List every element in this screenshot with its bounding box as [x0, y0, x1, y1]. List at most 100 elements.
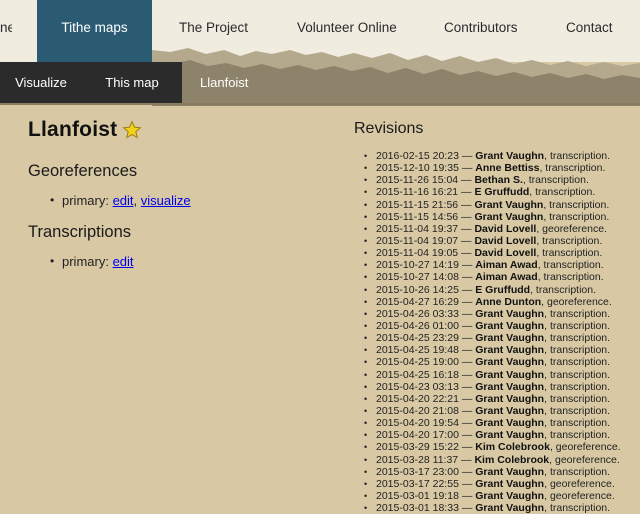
revision-user: David Lovell [474, 247, 537, 260]
revision-item: 2015-11-26 15:04 — Bethan S., transcript… [354, 174, 621, 186]
revision-time: 2015-03-01 18:33 [376, 502, 459, 514]
revision-type: transcription. [549, 368, 611, 381]
revision-user: Bethan S. [474, 174, 523, 187]
revision-type: transcription. [542, 234, 603, 247]
revision-type: transcription. [549, 150, 611, 162]
georeferences-section: Georeferences primary: edit, visualize [28, 162, 191, 208]
revision-user: Grant Vaughn [475, 356, 545, 369]
revision-time: 2015-12-10 19:35 [376, 162, 459, 175]
revision-item: 2015-10-27 14:19 — Aiman Awad, transcrip… [354, 259, 621, 271]
revision-item: 2016-02-15 20:23 — Grant Vaughn, transcr… [354, 150, 621, 162]
revision-item: 2015-04-23 03:13 — Grant Vaughn, transcr… [354, 381, 621, 393]
revision-item: 2015-04-20 21:08 — Grant Vaughn, transcr… [354, 405, 621, 417]
revision-type: transcription. [543, 259, 604, 272]
revisions-list: 2016-02-15 20:23 — Grant Vaughn, transcr… [354, 150, 621, 514]
revision-user: Anne Bettiss [475, 162, 540, 175]
revision-type: transcription. [549, 356, 611, 369]
revision-time: 2015-11-04 19:05 [376, 247, 459, 260]
revision-time: 2015-04-26 01:00 [376, 319, 459, 332]
revision-item: 2015-11-15 21:56 — Grant Vaughn, transcr… [354, 199, 621, 211]
georeference-primary-label: primary: [62, 193, 109, 208]
revision-item: 2015-10-26 14:25 — E Gruffudd, transcrip… [354, 284, 621, 296]
revision-type: transcription. [543, 271, 604, 284]
transcription-edit-link[interactable]: edit [113, 254, 134, 269]
revision-user: Grant Vaughn [475, 417, 545, 430]
revision-item: 2015-04-20 22:21 — Grant Vaughn, transcr… [354, 393, 621, 405]
revision-time: 2015-11-16 16:21 [376, 186, 459, 199]
revision-user: E Gruffudd [475, 283, 531, 296]
subnav-this-map[interactable]: This map [82, 62, 182, 103]
revision-item: 2015-03-01 18:33 — Grant Vaughn, transcr… [354, 502, 621, 514]
sub-nav: Visualize This map Llanfoist [0, 62, 640, 103]
revision-user: Grant Vaughn [474, 210, 544, 223]
revision-type: georeference. [555, 453, 620, 466]
link-separator: , [133, 193, 138, 208]
revision-type: transcription. [545, 162, 606, 175]
revision-time: 2015-03-28 11:37 [376, 453, 459, 466]
revision-type: georeference. [555, 441, 621, 454]
revision-time: 2015-10-27 14:19 [376, 259, 459, 272]
revision-user: Anne Dunton [475, 295, 542, 308]
revision-item: 2015-11-16 16:21 — E Gruffudd, transcrip… [354, 186, 621, 198]
revision-type: transcription. [549, 198, 610, 211]
revision-item: 2015-03-29 15:22 — Kim Colebrook, georef… [354, 441, 621, 453]
revision-user: Grant Vaughn [475, 392, 545, 405]
revision-time: 2015-04-20 17:00 [376, 429, 459, 442]
transcriptions-section: Transcriptions primary: edit [28, 223, 134, 269]
revision-type: transcription. [535, 283, 597, 296]
revision-time: 2015-04-26 03:33 [376, 307, 459, 320]
revision-user: David Lovell [474, 222, 537, 235]
revision-time: 2015-04-25 19:48 [376, 344, 459, 357]
revision-item: 2015-04-26 03:33 — Grant Vaughn, transcr… [354, 308, 621, 320]
revision-user: Grant Vaughn [475, 502, 545, 514]
georeferences-heading: Georeferences [28, 162, 138, 180]
revision-time: 2015-04-25 16:18 [376, 368, 459, 381]
map-details: Llanfoist Georeferences primary: edit, v… [28, 118, 328, 269]
revision-user: Grant Vaughn [475, 307, 545, 320]
revision-item: 2015-03-01 19:18 — Grant Vaughn, georefe… [354, 490, 621, 502]
revision-user: Aiman Awad [475, 259, 538, 272]
revision-item: 2015-11-04 19:07 — David Lovell, transcr… [354, 235, 621, 247]
revision-type: transcription. [549, 332, 611, 345]
revision-type: georeference. [547, 295, 612, 308]
revision-user: Grant Vaughn [475, 429, 545, 442]
revision-item: 2015-10-27 14:08 — Aiman Awad, transcrip… [354, 271, 621, 283]
revision-time: 2015-04-20 22:21 [376, 392, 459, 405]
revision-user: Grant Vaughn [475, 344, 545, 357]
revision-time: 2015-04-27 16:29 [376, 295, 459, 308]
revision-type: transcription. [549, 392, 611, 405]
revision-item: 2015-11-04 19:37 — David Lovell, georefe… [354, 223, 621, 235]
revision-time: 2015-03-01 19:18 [376, 489, 459, 502]
revision-time: 2015-03-17 22:55 [376, 477, 459, 490]
revision-item: 2015-04-20 17:00 — Grant Vaughn, transcr… [354, 429, 621, 441]
subnav-current-llanfoist: Llanfoist [200, 75, 249, 90]
revision-time: 2015-11-15 21:56 [376, 198, 459, 211]
revision-time: 2015-03-29 15:22 [376, 441, 459, 454]
revision-time: 2015-10-27 14:08 [376, 271, 459, 284]
revision-user: Grant Vaughn [474, 198, 544, 211]
revision-item: 2015-04-25 19:00 — Grant Vaughn, transcr… [354, 356, 621, 368]
revision-user: E Gruffudd [474, 186, 530, 199]
revision-type: transcription. [549, 404, 611, 417]
revision-time: 2015-03-17 23:00 [376, 465, 459, 478]
revision-type: transcription. [535, 186, 596, 199]
revision-type: georeference. [549, 489, 615, 502]
revision-type: transcription. [549, 417, 611, 430]
revision-time: 2015-11-26 15:04 [376, 174, 459, 187]
revision-time: 2016-02-15 20:23 [376, 150, 459, 162]
revision-time: 2015-04-23 03:13 [376, 380, 459, 393]
revision-user: Grant Vaughn [475, 404, 545, 417]
subnav-divider [0, 103, 640, 105]
star-icon[interactable] [122, 120, 142, 140]
revision-user: David Lovell [474, 234, 537, 247]
page-title: Llanfoist [28, 118, 328, 142]
georeference-edit-link[interactable]: edit [113, 193, 134, 208]
revision-type: transcription. [549, 502, 611, 514]
revision-type: transcription. [549, 307, 611, 320]
revision-time: 2015-04-25 23:29 [376, 332, 459, 345]
revision-type: transcription. [549, 429, 611, 442]
revision-type: transcription. [549, 344, 611, 357]
subnav-visualize[interactable]: Visualize [0, 62, 82, 103]
georeference-visualize-link[interactable]: visualize [141, 193, 191, 208]
revision-user: Grant Vaughn [475, 380, 545, 393]
